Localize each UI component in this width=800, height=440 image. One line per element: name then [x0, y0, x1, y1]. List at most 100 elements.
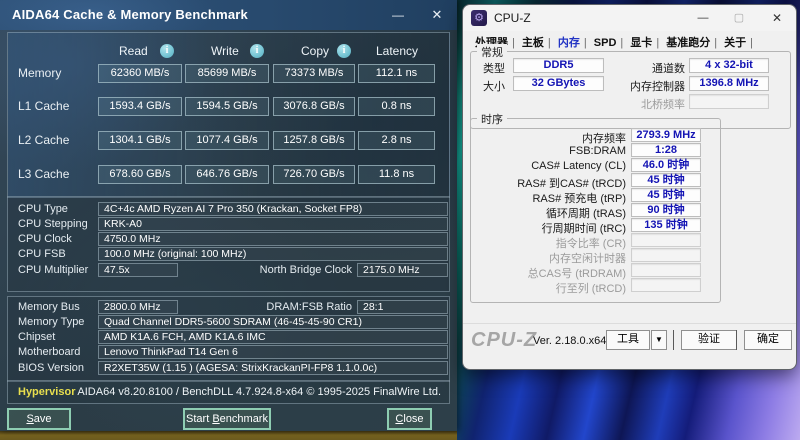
- tab-spd[interactable]: SPD: [590, 37, 621, 49]
- timings-legend: 时序: [477, 111, 507, 127]
- background-window-edge: [0, 431, 457, 440]
- button-mnemonic: B: [212, 413, 219, 425]
- cpu-clock-value: 4750.0 MHz: [98, 232, 448, 246]
- tab-mainboard[interactable]: 主板: [518, 34, 548, 50]
- channels-label: 通道数: [613, 60, 685, 76]
- row-label: Memory: [18, 66, 61, 80]
- start-benchmark-button[interactable]: Start Benchmark: [183, 408, 271, 430]
- info-label: Memory Bus: [18, 301, 80, 313]
- l1-write-value: 1594.5 GB/s: [185, 97, 269, 116]
- general-legend: 常规: [477, 44, 507, 60]
- memory-type-field: DDR5: [513, 58, 604, 73]
- column-header-read: Read: [119, 44, 148, 58]
- fsb-dram-field: 1:28: [631, 143, 701, 157]
- l2-copy-value: 1257.8 GB/s: [273, 131, 355, 150]
- row-to-column-label: 行至列 (tRCD): [473, 280, 626, 296]
- column-header-latency: Latency: [376, 44, 418, 58]
- button-text: enchmark: [220, 413, 268, 425]
- write-info-icon[interactable]: i: [250, 44, 264, 58]
- cas-latency-field: 46.0 时钟: [631, 158, 701, 172]
- minimize-icon[interactable]: —: [689, 9, 717, 27]
- memory-size-label: 大小: [483, 78, 505, 94]
- memory-size-field: 32 GBytes: [513, 76, 604, 91]
- close-button[interactable]: Close: [387, 408, 432, 430]
- tab-memory[interactable]: 内存: [554, 34, 584, 50]
- button-text: lose: [403, 413, 423, 425]
- command-rate-field: [631, 233, 701, 247]
- info-row-memory-type: Memory Type Quad Channel DDR5-5600 SDRAM…: [0, 315, 457, 330]
- cas-latency-label: CAS# Latency (CL): [473, 160, 626, 172]
- desktop: AIDA64 Cache & Memory Benchmark — ✕ Read…: [0, 0, 800, 440]
- memory-write-value: 85699 MB/s: [185, 64, 269, 83]
- trc-label: 行周期时间 (tRC): [473, 220, 626, 236]
- tab-graphics[interactable]: 显卡: [626, 34, 656, 50]
- tools-button[interactable]: 工具: [606, 330, 650, 350]
- minimize-icon[interactable]: —: [385, 5, 411, 25]
- validate-button[interactable]: 验证: [681, 330, 737, 350]
- info-row-cpu-stepping: CPU Stepping KRK-A0: [0, 217, 457, 232]
- trp-label: RAS# 预充电 (tRP): [473, 190, 626, 206]
- memory-controller-label: 内存控制器: [593, 78, 685, 94]
- l1-copy-value: 3076.8 GB/s: [273, 97, 355, 116]
- row-to-column-field: [631, 278, 701, 292]
- button-text: Start: [186, 413, 212, 425]
- memory-bus-value: 2800.0 MHz: [98, 300, 178, 314]
- memory-type-value: Quad Channel DDR5-5600 SDRAM (46-45-45-9…: [98, 315, 448, 329]
- cpu-multiplier-value: 47.5x: [98, 263, 178, 277]
- button-text: ave: [34, 413, 52, 425]
- tab-about[interactable]: 关于: [720, 34, 750, 50]
- column-header-write: Write: [211, 44, 239, 58]
- cpuz-window: ⚙ CPU-Z — ▢ ✕ 处理器| 主板| 内存| SPD| 显卡| 基准跑分…: [462, 4, 797, 370]
- info-label: CPU FSB: [18, 248, 66, 260]
- row-label: L1 Cache: [18, 99, 69, 113]
- memory-copy-value: 73373 MB/s: [273, 64, 355, 83]
- command-rate-label: 指令比率 (CR): [473, 235, 626, 251]
- row-label: L2 Cache: [18, 133, 69, 147]
- info-label: CPU Multiplier: [18, 264, 88, 276]
- trc-field: 135 时钟: [631, 218, 701, 232]
- info-label: Memory Type: [18, 316, 84, 328]
- dram-frequency-field: 2793.9 MHz: [631, 128, 701, 142]
- tools-dropdown-icon[interactable]: ▼: [651, 330, 667, 350]
- copy-info-icon[interactable]: i: [337, 44, 351, 58]
- info-row-cpu-fsb: CPU FSB 100.0 MHz (original: 100 MHz): [0, 247, 457, 262]
- l3-latency-value: 11.8 ns: [358, 165, 435, 184]
- cpuz-logo: CPU-Z: [471, 329, 537, 352]
- dram-idle-timer-label: 内存空闲计时器: [473, 250, 626, 266]
- tab-bench[interactable]: 基准跑分: [662, 34, 714, 50]
- l3-write-value: 646.76 GB/s: [185, 165, 269, 184]
- cpuz-titlebar[interactable]: ⚙ CPU-Z — ▢ ✕: [463, 5, 796, 31]
- save-button[interactable]: Save: [7, 408, 71, 430]
- tab-separator: |: [656, 37, 659, 49]
- tab-separator: |: [512, 37, 515, 49]
- tab-separator: |: [548, 37, 551, 49]
- info-row-bios: BIOS Version R2XET35W (1.15 ) (AGESA: St…: [0, 361, 457, 376]
- tab-separator: |: [584, 37, 587, 49]
- ok-button[interactable]: 确定: [744, 330, 792, 350]
- dram-fsb-ratio-value: 28:1: [357, 300, 448, 314]
- tab-separator: |: [620, 37, 623, 49]
- info-label: Chipset: [18, 331, 55, 343]
- bios-version-value: R2XET35W (1.15 ) (AGESA: StrixKrackanPI-…: [98, 361, 448, 375]
- nb-frequency-label: 北桥频率: [593, 96, 685, 112]
- tab-separator: |: [750, 37, 753, 49]
- info-label: CPU Type: [18, 203, 68, 215]
- close-icon[interactable]: ✕: [763, 9, 791, 27]
- bench-row-l3: L3 Cache 678.60 GB/s 646.76 GB/s 726.70 …: [0, 165, 457, 184]
- info-label: CPU Stepping: [18, 218, 88, 230]
- read-info-icon[interactable]: i: [160, 44, 174, 58]
- cpuz-version: Ver. 2.18.0.x64: [533, 335, 606, 347]
- aida64-titlebar[interactable]: AIDA64 Cache & Memory Benchmark — ✕: [0, 0, 457, 30]
- dram-idle-timer-field: [631, 248, 701, 262]
- bench-row-memory: Memory 62360 MB/s 85699 MB/s 73373 MB/s …: [0, 64, 457, 83]
- cpuz-footer: CPU-Z Ver. 2.18.0.x64 工具 ▼ 验证 确定: [463, 323, 796, 370]
- maximize-icon[interactable]: ▢: [725, 9, 753, 27]
- column-header-copy: Copy: [301, 44, 329, 58]
- close-icon[interactable]: ✕: [424, 5, 450, 25]
- memory-read-value: 62360 MB/s: [98, 64, 182, 83]
- memory-controller-field: 1396.8 MHz: [689, 76, 769, 91]
- bench-row-l1: L1 Cache 1593.4 GB/s 1594.5 GB/s 3076.8 …: [0, 97, 457, 116]
- cpu-type-value: 4C+4c AMD Ryzen AI 7 Pro 350 (Krackan, S…: [98, 202, 448, 216]
- l2-read-value: 1304.1 GB/s: [98, 131, 182, 150]
- aida64-window: AIDA64 Cache & Memory Benchmark — ✕ Read…: [0, 0, 457, 431]
